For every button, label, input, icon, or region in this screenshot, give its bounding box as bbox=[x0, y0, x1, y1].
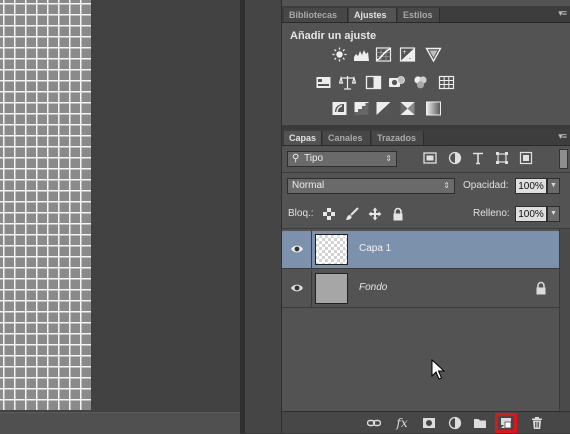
layers-bottom-toolbar: fx bbox=[282, 411, 570, 433]
fill-dropdown-button[interactable]: ▼ bbox=[547, 206, 560, 222]
svg-text:+: + bbox=[402, 49, 407, 56]
tab-bibliotecas[interactable]: Bibliotecas bbox=[284, 8, 348, 22]
document-canvas-area[interactable] bbox=[0, 0, 240, 434]
layer-mask-icon[interactable] bbox=[422, 416, 436, 430]
hue-saturation-icon[interactable] bbox=[315, 75, 332, 90]
panel-menu-icon[interactable]: ▾≡ bbox=[558, 131, 567, 142]
divider bbox=[282, 228, 570, 229]
color-balance-icon[interactable] bbox=[339, 75, 356, 90]
collapsed-dock bbox=[245, 0, 282, 433]
layer-row-capa-1[interactable]: Capa 1 bbox=[282, 231, 559, 269]
layer-thumbnail[interactable] bbox=[315, 234, 348, 265]
eye-icon[interactable] bbox=[290, 243, 304, 255]
mouse-cursor-icon bbox=[431, 359, 445, 380]
tab-capas[interactable]: Capas bbox=[284, 131, 322, 145]
blend-mode-select[interactable]: Normal ⇕ bbox=[287, 178, 455, 194]
fill-input[interactable]: 100% bbox=[515, 206, 547, 222]
updown-arrow-icon: ⇕ bbox=[443, 181, 450, 190]
posterize-icon[interactable] bbox=[353, 101, 370, 116]
type-filter-icon[interactable] bbox=[471, 151, 485, 165]
visibility-column[interactable] bbox=[282, 231, 312, 269]
adjustment-layer-icon[interactable] bbox=[448, 416, 462, 430]
group-folder-icon[interactable] bbox=[473, 416, 487, 430]
updown-arrow-icon: ⇕ bbox=[385, 154, 392, 163]
panel-column: Bibliotecas Ajustes Estilos ▾≡ Añadir un… bbox=[282, 0, 570, 433]
adjustment-filter-icon[interactable] bbox=[448, 151, 462, 165]
lock-transparency-icon[interactable] bbox=[322, 207, 336, 221]
threshold-icon[interactable] bbox=[375, 101, 392, 116]
opacity-label: Opacidad: bbox=[463, 180, 509, 191]
layer-filter-select[interactable]: ⚲ Tipo ⇕ bbox=[287, 151, 397, 167]
layer-lock-icon bbox=[535, 281, 547, 295]
brightness-contrast-icon[interactable] bbox=[331, 47, 348, 62]
canvas-status-bar bbox=[0, 412, 240, 434]
svg-text:-: - bbox=[409, 55, 411, 62]
curves-icon[interactable] bbox=[375, 47, 392, 62]
channel-mixer-icon[interactable] bbox=[412, 75, 429, 90]
black-white-icon[interactable] bbox=[365, 75, 382, 90]
tab-estilos[interactable]: Estilos bbox=[398, 8, 440, 22]
lock-label: Bloq.: bbox=[288, 208, 314, 219]
layers-scrollbar[interactable] bbox=[559, 229, 570, 411]
lock-pixels-brush-icon[interactable] bbox=[345, 207, 359, 221]
exposure-icon[interactable]: + - bbox=[399, 47, 416, 62]
opacity-input[interactable]: 100% bbox=[515, 178, 547, 194]
tab-ajustes[interactable]: Ajustes bbox=[349, 8, 397, 22]
color-lookup-icon[interactable] bbox=[438, 75, 455, 90]
shape-filter-icon[interactable] bbox=[495, 151, 509, 165]
divider bbox=[282, 172, 570, 173]
invert-icon[interactable] bbox=[331, 101, 348, 116]
grid-canvas-image[interactable] bbox=[0, 0, 91, 410]
gradient-map-icon[interactable] bbox=[425, 101, 442, 116]
layer-filter-label: Tipo bbox=[304, 153, 324, 164]
smart-object-filter-icon[interactable] bbox=[519, 151, 533, 165]
link-layers-icon[interactable] bbox=[367, 416, 381, 430]
adjustments-title: Añadir un ajuste bbox=[290, 30, 377, 42]
filter-toggle-switch[interactable] bbox=[559, 149, 568, 169]
blend-mode-value: Normal bbox=[292, 180, 325, 191]
layer-row-fondo[interactable]: Fondo bbox=[282, 270, 559, 308]
panel-menu-icon[interactable]: ▾≡ bbox=[558, 8, 567, 19]
opacity-dropdown-button[interactable]: ▼ bbox=[547, 178, 560, 194]
layers-tabbar: Capas Canales Trazados ▾≡ bbox=[282, 129, 570, 146]
layer-name[interactable]: Fondo bbox=[359, 282, 387, 293]
levels-icon[interactable] bbox=[353, 47, 370, 62]
tab-trazados[interactable]: Trazados bbox=[372, 131, 424, 145]
trash-icon[interactable] bbox=[530, 416, 544, 430]
adjustments-tabbar: Bibliotecas Ajustes Estilos ▾≡ bbox=[282, 6, 570, 23]
fill-label: Relleno: bbox=[473, 208, 510, 219]
selective-color-icon[interactable] bbox=[399, 101, 416, 116]
layer-thumbnail[interactable] bbox=[315, 273, 348, 304]
fx-icon[interactable]: fx bbox=[395, 416, 409, 430]
vibrance-icon[interactable] bbox=[425, 47, 442, 62]
lock-all-icon[interactable] bbox=[391, 207, 405, 221]
visibility-column[interactable] bbox=[282, 270, 312, 308]
new-layer-highlight-box bbox=[495, 413, 517, 433]
photo-filter-icon[interactable] bbox=[388, 75, 405, 90]
lock-position-move-icon[interactable] bbox=[368, 207, 382, 221]
pixel-filter-icon[interactable] bbox=[423, 151, 437, 165]
layer-name[interactable]: Capa 1 bbox=[359, 243, 391, 254]
tab-canales[interactable]: Canales bbox=[323, 131, 371, 145]
search-icon: ⚲ bbox=[292, 153, 300, 164]
eye-icon[interactable] bbox=[290, 282, 304, 294]
